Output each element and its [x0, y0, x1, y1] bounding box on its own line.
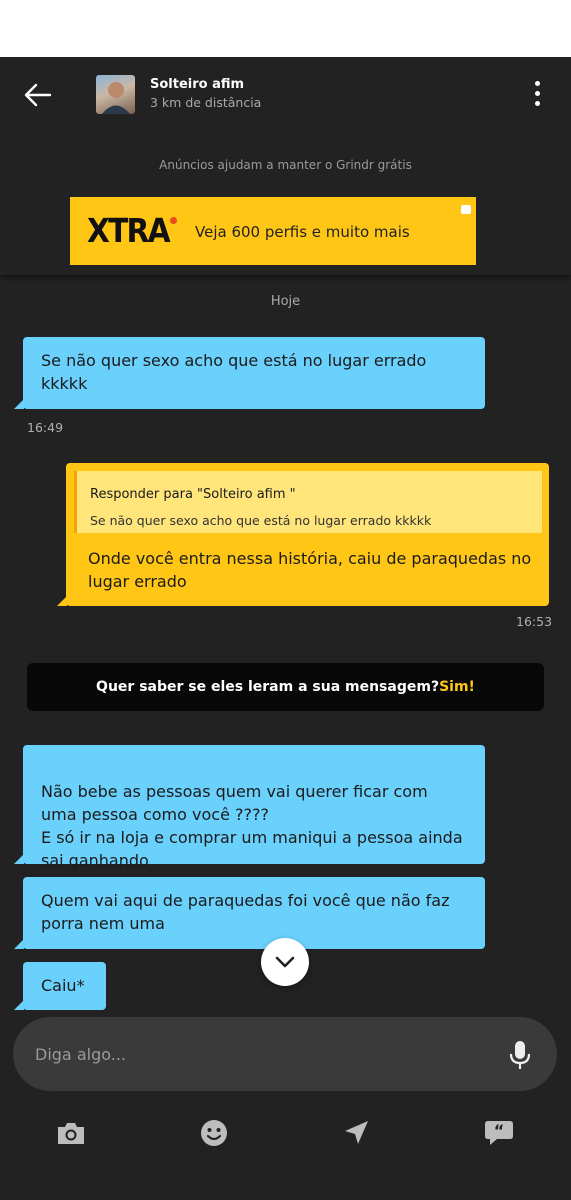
- message-incoming[interactable]: Quem vai aqui de paraquedas foi você que…: [14, 877, 485, 949]
- logo-dot: [170, 217, 177, 224]
- profile-name[interactable]: Solteiro afim: [150, 77, 244, 92]
- message-incoming[interactable]: Não bebe as pessoas quem vai querer fica…: [14, 745, 485, 870]
- ad-text: Veja 600 perfis e muito mais: [195, 223, 410, 241]
- svg-text:“: “: [494, 1121, 505, 1140]
- message-incoming[interactable]: Se não quer sexo acho que está no lugar …: [14, 337, 485, 409]
- emoji-icon[interactable]: [197, 1116, 231, 1150]
- back-arrow-icon[interactable]: [22, 79, 54, 111]
- read-receipts-promo[interactable]: Quer saber se eles leram a sua mensagem?…: [27, 663, 544, 711]
- ad-choices-icon[interactable]: [461, 205, 471, 214]
- location-icon[interactable]: [339, 1116, 373, 1150]
- message-text: Não bebe as pessoas quem vai querer fica…: [41, 782, 463, 870]
- promo-question: Quer saber se eles leram a sua mensagem?: [96, 679, 440, 695]
- day-separator: Hoje: [270, 294, 301, 309]
- camera-icon[interactable]: [54, 1116, 88, 1150]
- profile-distance: 3 km de distância: [150, 95, 262, 110]
- chat-screen: Solteiro afim 3 km de distância Anúncios…: [0, 57, 571, 1200]
- message-outgoing[interactable]: Responder para "Solteiro afim " Se não q…: [57, 463, 549, 606]
- reply-quote-box[interactable]: Responder para "Solteiro afim " Se não q…: [74, 471, 542, 533]
- message-text: Quem vai aqui de paraquedas foi você que…: [41, 891, 450, 933]
- reply-quote-text: Se não quer sexo acho que está no lugar …: [90, 513, 432, 528]
- ad-banner[interactable]: XTRA Veja 600 perfis e muito mais: [70, 197, 476, 265]
- scroll-down-button[interactable]: [261, 938, 309, 986]
- more-options-icon[interactable]: [528, 79, 548, 109]
- xtra-logo: XTRA: [87, 211, 171, 250]
- avatar[interactable]: [96, 75, 135, 114]
- message-input[interactable]: [35, 1039, 475, 1069]
- chat-header: Solteiro afim 3 km de distância Anúncios…: [0, 57, 571, 275]
- message-incoming[interactable]: Caiu*: [14, 962, 106, 1010]
- message-time: 16:53: [516, 614, 553, 629]
- saved-phrases-icon[interactable]: “: [482, 1116, 516, 1150]
- ad-note: Anúncios ajudam a manter o Grindr grátis: [159, 158, 412, 172]
- promo-yes-link[interactable]: Sim!: [439, 679, 475, 695]
- message-text: Se não quer sexo acho que está no lugar …: [41, 351, 427, 393]
- chevron-down-icon: [275, 956, 295, 968]
- composer-toolbar: “: [0, 1100, 571, 1200]
- message-text: Onde você entra nessa história, caiu de …: [88, 549, 532, 591]
- message-text: Caiu*: [41, 976, 85, 995]
- reply-title: Responder para "Solteiro afim ": [90, 487, 296, 502]
- message-time: 16:49: [27, 420, 64, 435]
- microphone-icon[interactable]: [507, 1039, 533, 1071]
- message-composer: [13, 1017, 557, 1091]
